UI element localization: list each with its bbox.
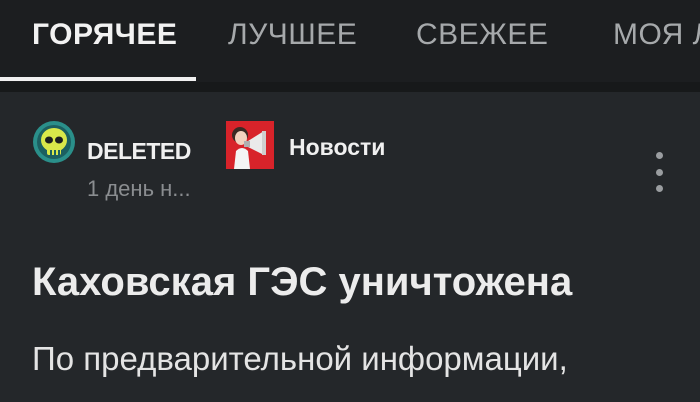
community-name[interactable]: Новости bbox=[289, 134, 385, 161]
post-body: По предварительной информации, bbox=[32, 340, 568, 377]
tab-best[interactable]: ЛУЧШЕЕ bbox=[228, 18, 357, 52]
tab-my-feed[interactable]: МОЯ Л bbox=[613, 18, 700, 52]
post-card: DELETED 1 день н... Новости Каховская ГЭ… bbox=[0, 92, 700, 402]
divider bbox=[0, 82, 700, 92]
author-name[interactable]: DELETED bbox=[87, 138, 191, 165]
tab-fresh[interactable]: СВЕЖЕЕ bbox=[416, 18, 548, 52]
post-title[interactable]: Каховская ГЭС уничтожена bbox=[32, 260, 572, 305]
kebab-menu-icon[interactable] bbox=[646, 152, 672, 192]
active-tab-indicator bbox=[0, 77, 196, 81]
skull-avatar-icon[interactable] bbox=[32, 120, 76, 164]
tab-bar: ГОРЯЧЕЕ ЛУЧШЕЕ СВЕЖЕЕ МОЯ Л bbox=[0, 0, 700, 82]
post-time: 1 день н... bbox=[87, 176, 191, 201]
megaphone-community-icon[interactable] bbox=[226, 121, 274, 169]
tab-hot[interactable]: ГОРЯЧЕЕ bbox=[32, 18, 177, 52]
